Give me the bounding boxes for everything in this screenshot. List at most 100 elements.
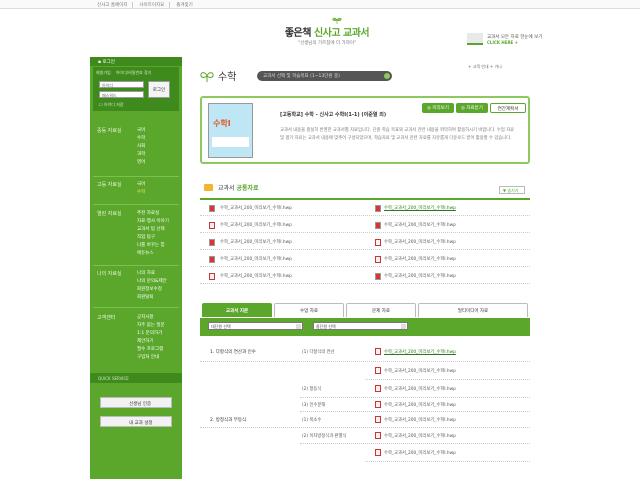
nav-heading: 고등 자료실 <box>97 182 122 188</box>
link-favorites[interactable]: 즐겨찾기 <box>176 2 198 8</box>
site-logo[interactable]: 좋은책 신사고 교과서 "선생님의 가르침에 더 가까이" <box>262 17 392 52</box>
nav-item[interactable]: 수학 <box>137 135 145 143</box>
nav-item-active[interactable]: 수학 <box>137 189 145 197</box>
unit-select[interactable]: 대단원 선택 <box>208 322 303 330</box>
link-site[interactable]: 사이트이지요 <box>139 2 171 8</box>
textbook-selector[interactable]: 교과서 선택 및 학습목표 (1~13단원 중) <box>257 71 392 81</box>
nav-item[interactable]: 추천 자료실 <box>137 210 169 218</box>
list-item: 1. 다항식의 연산과 인수 (1) 다항식의 연산 수학_교과서_200_미리… <box>200 342 530 362</box>
go-icon[interactable] <box>384 73 390 79</box>
file-link[interactable]: 수학_교과서_200_미리보기_수학Ⅰ.hwp <box>384 450 456 456</box>
sub-unit-select[interactable]: 중단원 선택 <box>313 322 408 330</box>
nav-item[interactable]: 교과서 탐 선택 <box>137 226 169 234</box>
pdf-file-icon <box>375 348 381 355</box>
nav-item[interactable]: 자주 묻는 질문 <box>137 322 165 330</box>
login-button[interactable]: 로그인 <box>148 81 170 98</box>
file-link[interactable]: 수학_교과서_200_미리보기_수학Ⅰ.hwp <box>220 222 292 228</box>
sub-unit-label: (3) 인수분해 <box>302 403 326 408</box>
hwp-file-icon <box>209 256 215 263</box>
nav-item[interactable]: 회원정보수정 <box>137 286 167 294</box>
signup-link[interactable]: 회원가입 <box>96 70 111 76</box>
nav-item[interactable]: 과학 <box>137 151 145 159</box>
file-link[interactable]: 수학_교과서_200_미리보기_수학Ⅰ.hwp <box>384 417 456 423</box>
nav-item[interactable]: 국어 <box>137 181 145 189</box>
table-row: 수학_교과서_200_미리보기_수학Ⅰ.hwp 수학_교과서_200_미리보기_… <box>200 251 530 267</box>
unit-label: 1. 다항식의 연산과 인수 <box>210 350 256 355</box>
nav-heading: 중등 자료실 <box>97 128 122 134</box>
file-link[interactable]: 수학_교과서_200_미리보기_수학Ⅰ.hwp <box>384 433 456 439</box>
sub-unit-label: (2) 항등식 <box>302 387 322 392</box>
nav-heading: 열린 자료실 <box>97 211 122 217</box>
teacher-verify-button[interactable]: 선생님 인증 <box>100 397 172 408</box>
file-link[interactable]: 수학_교과서_200_미리보기_수학Ⅰ.hwp <box>220 256 292 262</box>
save-id-checkbox[interactable]: ☐ 아이디 저장 <box>99 102 124 108</box>
pdf-file-icon <box>375 385 381 392</box>
hwp-file-icon <box>375 273 381 280</box>
nav-item[interactable]: 1:1 문의하기 <box>137 330 165 338</box>
promo-click[interactable]: CLICK HERE + <box>487 40 518 45</box>
nav-item[interactable]: 자료·행사 이야기 <box>137 218 169 226</box>
nav-item[interactable]: 회원탈퇴 <box>137 294 167 302</box>
tab-class-materials[interactable]: 수업 자료 <box>274 303 344 317</box>
nav-item[interactable]: 나의 문의&제안 <box>137 278 167 286</box>
hwp-file-icon <box>375 205 381 212</box>
file-link[interactable]: 수학_교과서_200_미리보기_수학Ⅰ.hwp <box>384 222 456 228</box>
login-box: 회원가입 아이디/비밀번호 찾기 아이디 패스워드 로그인 ☐ 아이디 저장 <box>93 67 179 111</box>
nav-item[interactable]: 직업 탐구 <box>137 234 169 242</box>
pdf-file-icon <box>209 273 215 280</box>
tab-multimedia[interactable]: 멀티미디어 자료 <box>418 303 528 317</box>
nav-item[interactable]: 에듀뉴스 <box>137 250 169 258</box>
annual-plan-button[interactable]: 연간계획서 <box>490 103 526 113</box>
file-link[interactable]: 수학_교과서_200_미리보기_수학Ⅰ.hwp <box>220 205 292 211</box>
link-homepage[interactable]: 신사고 홈페이지 <box>97 2 134 8</box>
nav-item[interactable]: 나를 바꾸는 힘 <box>137 242 169 250</box>
nav-item[interactable]: 공지사항 <box>137 314 165 322</box>
nav-item[interactable]: 사회 <box>137 143 145 151</box>
file-link[interactable]: 수학_교과서_200_미리보기_수학Ⅰ.hwp <box>220 239 292 245</box>
file-link[interactable]: 수학_교과서_200_미리보기_수학Ⅰ.hwp <box>384 368 456 374</box>
selector-value: 교과서 선택 및 학습목표 (1~13단원 중) <box>263 74 340 79</box>
pdf-file-icon <box>375 432 381 439</box>
page-tools[interactable]: + 고객 안내 + 가나 <box>468 64 502 70</box>
pdf-file-icon <box>375 449 381 456</box>
my-subject-button[interactable]: 내 교과 설정 <box>100 416 172 427</box>
file-link[interactable]: 수학_교과서_200_미리보기_수학Ⅰ.hwp <box>384 402 456 408</box>
nav-group-mine: 나의 자료실 나의 자료 나의 문의&제안 회원정보수정 회원탈퇴 <box>93 270 179 308</box>
nav-item[interactable]: 영어 <box>137 159 145 167</box>
logo-slogan: "선생님의 가르침에 더 가까이" <box>297 41 357 46</box>
tab-textbook[interactable]: 교과서 지문 <box>202 303 272 317</box>
file-link[interactable]: 수학_교과서_200_미리보기_수학Ⅰ.hwp <box>220 273 292 279</box>
book-stack-icon <box>467 33 483 45</box>
list-item: (3) 인수분해 수학_교과서_200_미리보기_수학Ⅰ.hwp <box>300 398 530 412</box>
cover-title: 수학Ⅰ <box>213 119 231 128</box>
find-account-link[interactable]: 아이디/비밀번호 찾기 <box>116 70 152 76</box>
nav-item[interactable]: 국어 <box>137 127 145 135</box>
preview-button[interactable]: ◎ 미리보기 <box>422 103 454 113</box>
nav-item[interactable]: 필수 프로그램 <box>137 346 165 354</box>
table-row: 수학_교과서_200_미리보기_수학Ⅰ.hwp 수학_교과서_200_미리보기_… <box>200 234 530 250</box>
nav-item[interactable]: 구입처 안내 <box>137 354 165 362</box>
list-item: 2. 방정식과 부등식 (1) 복소수 수학_교과서_200_미리보기_수학Ⅰ.… <box>200 412 530 428</box>
logo-text-1: 좋은책 <box>284 28 312 39</box>
file-link[interactable]: 수학_교과서_200_미리보기_수학Ⅰ.hwp <box>384 349 456 355</box>
promo-banner[interactable]: 교과서 모든 자료 한눈에 보기 CLICK HERE + <box>467 33 577 47</box>
hwp-file-icon <box>209 239 215 246</box>
nav-item[interactable]: 제안하기 <box>137 338 165 346</box>
nav-item[interactable]: 나의 자료 <box>137 270 167 278</box>
download-button[interactable]: ◎ 자료받기 <box>456 103 488 113</box>
file-link[interactable]: 수학_교과서_200_미리보기_수학Ⅰ.hwp <box>384 386 456 392</box>
id-input[interactable]: 아이디 <box>99 81 144 88</box>
tab-question-materials[interactable]: 문제 자료 <box>346 303 416 317</box>
file-link[interactable]: 수학_교과서_200_미리보기_수학Ⅰ.hwp <box>384 239 456 245</box>
file-link[interactable]: 수학_교과서_200_미리보기_수학Ⅰ.hwp <box>384 273 456 279</box>
file-link[interactable]: 수학_교과서_200_미리보기_수학Ⅰ.hwp <box>384 256 456 262</box>
list-item: (2) 이차방정식과 판별식 수학_교과서_200_미리보기_수학Ⅰ.hwp <box>300 428 530 444</box>
table-row: 수학_교과서_200_미리보기_수학Ⅰ.hwp 수학_교과서_200_미리보기_… <box>200 268 530 284</box>
nav-group-open: 열린 자료실 추천 자료실 자료·행사 이야기 교과서 탐 선택 직업 탐구 나… <box>93 210 179 266</box>
file-link[interactable]: 수학_교과서_200_미리보기_수학Ⅰ.hwp <box>384 205 456 211</box>
nav-heading: 나의 자료실 <box>97 271 122 277</box>
password-input[interactable]: 패스워드 <box>99 91 144 98</box>
nav-group-support: 고객센터 공지사항 자주 묻는 질문 1:1 문의하기 제안하기 필수 프로그램… <box>93 314 179 370</box>
hide-toggle[interactable]: ▼ 숨기기 <box>499 186 525 194</box>
common-section-title: 교과서 공통자료 <box>218 185 259 192</box>
